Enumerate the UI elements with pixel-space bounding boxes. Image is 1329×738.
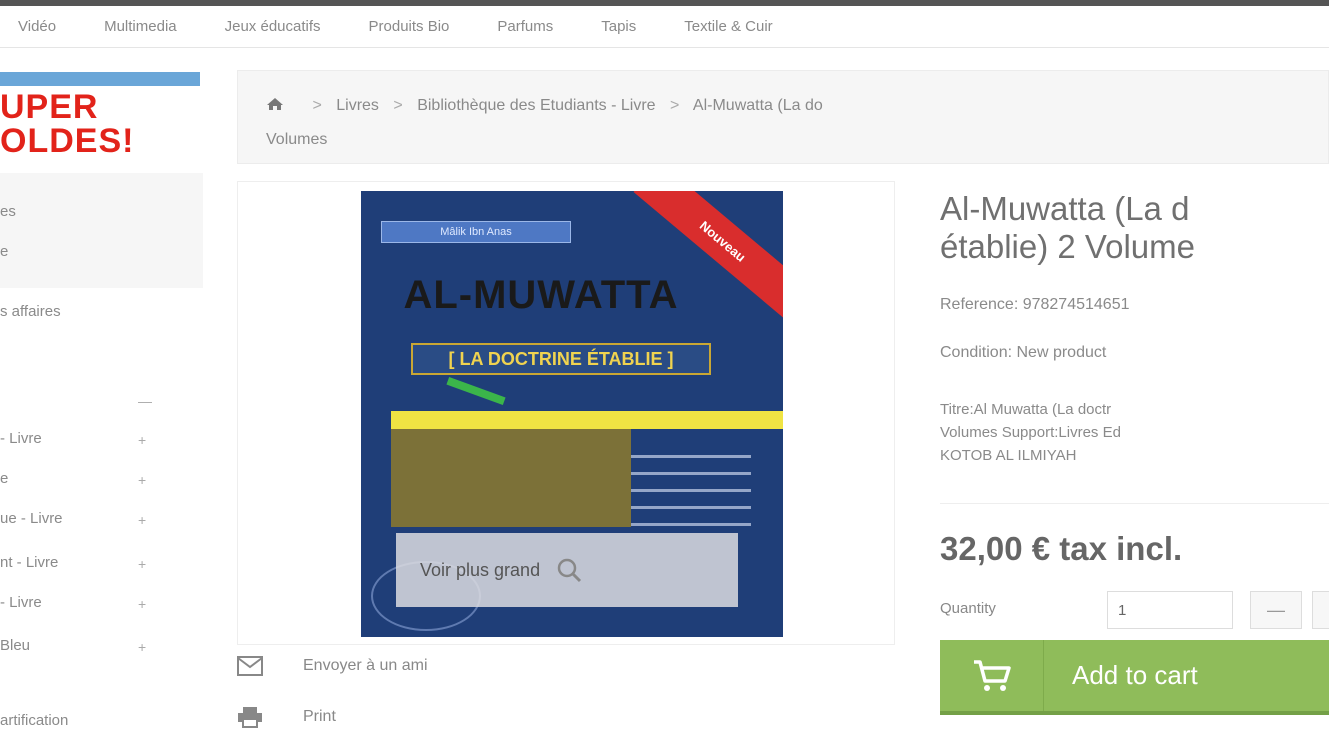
expand-icon[interactable]: + bbox=[138, 556, 146, 572]
breadcrumb-item-books[interactable]: Livres bbox=[336, 97, 379, 114]
product-reference: Reference: 978274514651 bbox=[940, 296, 1130, 313]
sidebar-item-deals[interactable]: s affaires bbox=[0, 303, 61, 320]
sidebar-box-line-1: es bbox=[0, 203, 16, 220]
cart-icon bbox=[940, 640, 1044, 711]
expand-icon[interactable]: + bbox=[138, 596, 146, 612]
sidebar-item-category[interactable]: ue - Livre bbox=[0, 510, 63, 527]
product-title: Al-Muwatta (La d établie) 2 Volume bbox=[940, 190, 1329, 266]
menu-item-perfumes[interactable]: Parfums bbox=[473, 18, 577, 35]
cover-text-lines bbox=[631, 441, 751, 540]
product-title-line-2: établie) 2 Volume bbox=[940, 228, 1195, 265]
menu-item-textile-leather[interactable]: Textile & Cuir bbox=[660, 18, 796, 35]
cover-illustration bbox=[391, 429, 631, 527]
sidebar-item-category[interactable]: e bbox=[0, 470, 8, 487]
print-link[interactable]: Print bbox=[237, 703, 336, 731]
description-line: Titre:Al Muwatta (La doctr bbox=[940, 401, 1112, 418]
banner-line-2: OLDES! bbox=[0, 122, 135, 158]
add-to-cart-label: Add to cart bbox=[1072, 660, 1198, 690]
send-to-friend-link[interactable]: Envoyer à un ami bbox=[237, 652, 428, 680]
menu-item-organic-products[interactable]: Produits Bio bbox=[345, 18, 474, 35]
product-title-line-1: Al-Muwatta (La d bbox=[940, 190, 1190, 227]
breadcrumb: > Livres > Bibliothèque des Etudiants - … bbox=[237, 70, 1329, 164]
breadcrumb-continuation: Volumes bbox=[266, 131, 328, 148]
home-icon[interactable] bbox=[266, 90, 284, 110]
breadcrumb-separator: > bbox=[393, 97, 403, 114]
magnifier-icon bbox=[556, 557, 582, 583]
envelope-icon bbox=[237, 655, 263, 677]
collapse-icon[interactable]: — bbox=[138, 393, 152, 409]
sidebar-item-category[interactable]: Bleu bbox=[0, 637, 30, 654]
description-line: KOTOB AL ILMIYAH bbox=[940, 447, 1077, 464]
sidebar-item-category[interactable]: - Livre bbox=[0, 594, 42, 611]
menu-item-multimedia[interactable]: Multimedia bbox=[80, 18, 201, 35]
description-line: Volumes Support:Livres Ed bbox=[940, 424, 1121, 441]
sales-banner[interactable]: UPER OLDES! bbox=[0, 66, 222, 158]
menu-item-rugs[interactable]: Tapis bbox=[577, 18, 660, 35]
cover-decoration bbox=[446, 376, 506, 406]
banner-line-1: UPER bbox=[0, 88, 99, 126]
breadcrumb-separator: > bbox=[670, 97, 680, 114]
expand-icon[interactable]: + bbox=[138, 432, 146, 448]
cover-subtitle: [ LA DOCTRINE ÉTABLIE ] bbox=[411, 343, 711, 375]
print-label: Print bbox=[303, 708, 336, 725]
expand-icon[interactable]: + bbox=[138, 472, 146, 488]
sidebar-box-line-2: e bbox=[0, 243, 9, 260]
zoom-label: Voir plus grand bbox=[420, 559, 541, 580]
cover-author-chip: Mâlik Ibn Anas bbox=[381, 221, 571, 243]
send-to-friend-label: Envoyer à un ami bbox=[303, 657, 428, 674]
cover-title: AL-MUWATTA bbox=[403, 273, 679, 317]
sidebar-item-category[interactable]: - Livre bbox=[0, 430, 42, 447]
product-short-description: Titre:Al Muwatta (La doctr Volumes Suppo… bbox=[940, 398, 1329, 467]
zoom-button[interactable]: Voir plus grand bbox=[396, 533, 738, 607]
quantity-increase-button[interactable] bbox=[1312, 591, 1329, 629]
sidebar-item-category[interactable]: nt - Livre bbox=[0, 554, 58, 571]
top-menu: Vidéo Multimedia Jeux éducatifs Produits… bbox=[0, 6, 1329, 48]
product-price: 32,00 € tax incl. bbox=[940, 530, 1183, 567]
quantity-decrease-button[interactable]: — bbox=[1250, 591, 1302, 629]
quantity-input[interactable] bbox=[1107, 591, 1233, 629]
breadcrumb-item-student-library[interactable]: Bibliothèque des Etudiants - Livre bbox=[417, 97, 655, 114]
expand-icon[interactable]: + bbox=[138, 512, 146, 528]
menu-item-video[interactable]: Vidéo bbox=[0, 18, 80, 35]
menu-item-educational-games[interactable]: Jeux éducatifs bbox=[201, 18, 345, 35]
product-condition: Condition: New product bbox=[940, 344, 1107, 361]
divider bbox=[940, 503, 1329, 504]
sidebar-item-certification[interactable]: artification bbox=[0, 712, 68, 729]
sidebar-box: es e bbox=[0, 173, 203, 288]
cover-yellow-band bbox=[391, 411, 783, 429]
breadcrumb-separator: > bbox=[312, 97, 322, 114]
quantity-label: Quantity bbox=[940, 600, 996, 617]
add-to-cart-button[interactable]: Add to cart bbox=[940, 640, 1329, 715]
breadcrumb-item-current: Al-Muwatta (La do bbox=[692, 97, 823, 114]
printer-icon bbox=[237, 706, 263, 728]
banner-strip bbox=[0, 72, 200, 86]
expand-icon[interactable]: + bbox=[138, 639, 146, 655]
